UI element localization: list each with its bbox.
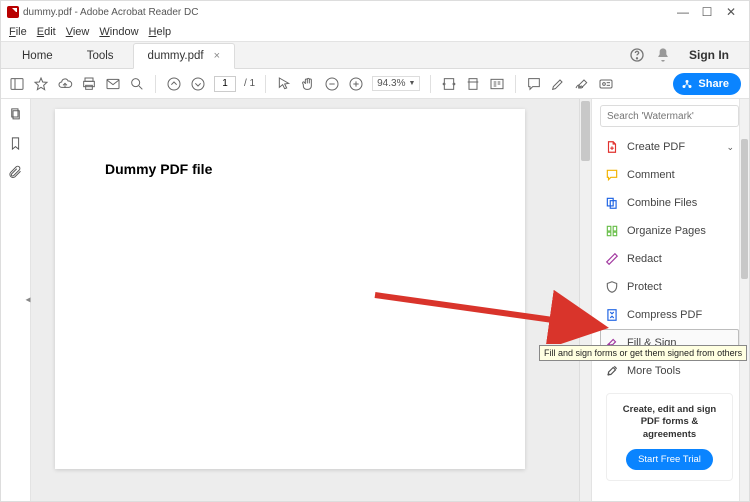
tab-close-icon[interactable]: × <box>214 50 220 62</box>
tab-document-label: dummy.pdf <box>148 50 204 62</box>
tool-label: More Tools <box>627 365 681 377</box>
collapse-left-handle[interactable]: ◂ <box>23 295 33 306</box>
protect-icon <box>605 280 619 294</box>
compress-pdf-icon <box>605 308 619 322</box>
menu-edit[interactable]: Edit <box>37 26 56 38</box>
tool-label: Redact <box>627 253 662 265</box>
page-total-label: / 1 <box>244 78 255 89</box>
maximize-button[interactable]: ☐ <box>695 2 719 22</box>
attachment-icon[interactable] <box>8 165 23 180</box>
promo-text: Create, edit and sign PDF forms & agreem… <box>613 404 726 441</box>
tool-compress-pdf[interactable]: Compress PDF <box>600 301 739 329</box>
window-title: dummy.pdf - Adobe Acrobat Reader DC <box>23 7 198 18</box>
page-up-icon[interactable] <box>166 76 182 92</box>
bell-icon[interactable] <box>655 47 671 63</box>
comment-icon[interactable] <box>526 76 542 92</box>
sign-in-button[interactable]: Sign In <box>681 44 737 66</box>
thumbnails-icon[interactable] <box>8 107 23 122</box>
zoom-out-icon[interactable] <box>324 76 340 92</box>
print-icon[interactable] <box>81 76 97 92</box>
bookmark-icon[interactable] <box>8 136 23 151</box>
fit-width-icon[interactable] <box>441 76 457 92</box>
create-pdf-icon <box>605 140 619 154</box>
document-page: Dummy PDF file <box>55 109 525 469</box>
tool-label: Protect <box>627 281 662 293</box>
tools-search-input[interactable] <box>600 105 739 127</box>
document-scrollbar[interactable] <box>579 99 591 501</box>
menu-window[interactable]: Window <box>99 26 138 38</box>
tool-label: Combine Files <box>627 197 697 209</box>
redact-icon <box>605 252 619 266</box>
tool-label: Compress PDF <box>627 309 702 321</box>
comment-icon <box>605 168 619 182</box>
tool-label: Comment <box>627 169 675 181</box>
right-panel-scrollbar[interactable] <box>739 99 749 501</box>
tool-redact[interactable]: Redact <box>600 245 739 273</box>
tool-protect[interactable]: Protect <box>600 273 739 301</box>
document-heading: Dummy PDF file <box>105 161 212 177</box>
zoom-in-icon[interactable] <box>348 76 364 92</box>
start-free-trial-button[interactable]: Start Free Trial <box>626 449 713 470</box>
sign-icon[interactable] <box>574 76 590 92</box>
toolbar: / 1 94.3% ▼ Share <box>1 69 749 99</box>
chevron-down-icon: ⌄ <box>726 142 734 153</box>
tab-tools[interactable]: Tools <box>72 42 129 68</box>
read-mode-icon[interactable] <box>489 76 505 92</box>
share-button[interactable]: Share <box>673 73 741 95</box>
star-icon[interactable] <box>33 76 49 92</box>
promo-box: Create, edit and sign PDF forms & agreem… <box>606 393 733 481</box>
fit-page-icon[interactable] <box>465 76 481 92</box>
stamp-icon[interactable] <box>598 76 614 92</box>
tab-document[interactable]: dummy.pdf × <box>133 43 235 69</box>
more-tools-icon <box>605 364 619 378</box>
pointer-icon[interactable] <box>276 76 292 92</box>
tabs-row: Home Tools dummy.pdf × Sign In <box>1 41 749 69</box>
zoom-level-dropdown[interactable]: 94.3% ▼ <box>372 76 420 91</box>
document-area[interactable]: ◂ Dummy PDF file ▸ <box>31 99 591 501</box>
tool-label: Organize Pages <box>627 225 706 237</box>
cloud-upload-icon[interactable] <box>57 76 73 92</box>
search-icon[interactable] <box>129 76 145 92</box>
hand-icon[interactable] <box>300 76 316 92</box>
tool-organize-pages[interactable]: Organize Pages <box>600 217 739 245</box>
menubar: File Edit View Window Help <box>1 23 749 41</box>
menu-view[interactable]: View <box>66 26 90 38</box>
page-down-icon[interactable] <box>190 76 206 92</box>
highlight-icon[interactable] <box>550 76 566 92</box>
mail-icon[interactable] <box>105 76 121 92</box>
close-button[interactable]: ✕ <box>719 2 743 22</box>
tool-create-pdf[interactable]: Create PDF ⌄ <box>600 133 739 161</box>
page-number-input[interactable] <box>214 76 236 92</box>
combine-files-icon <box>605 196 619 210</box>
right-panel: Create PDF ⌄ Comment Combine Files Organize … <box>591 99 749 501</box>
help-icon[interactable] <box>629 47 645 63</box>
organize-pages-icon <box>605 224 619 238</box>
menu-help[interactable]: Help <box>149 26 172 38</box>
share-icon <box>681 78 693 90</box>
app-icon <box>7 6 19 18</box>
tool-comment[interactable]: Comment <box>600 161 739 189</box>
tab-home[interactable]: Home <box>7 42 68 68</box>
titlebar: dummy.pdf - Adobe Acrobat Reader DC — ☐ … <box>1 1 749 23</box>
tooltip: Fill and sign forms or get them signed f… <box>539 345 747 361</box>
minimize-button[interactable]: — <box>671 2 695 22</box>
main-area: ◂ Dummy PDF file ▸ Create PDF ⌄ Comment Com… <box>1 99 749 501</box>
sidebar-toggle-icon[interactable] <box>9 76 25 92</box>
tool-label: Create PDF <box>627 141 685 153</box>
tool-more-tools[interactable]: More Tools <box>600 357 739 385</box>
menu-file[interactable]: File <box>9 26 27 38</box>
tool-combine-files[interactable]: Combine Files <box>600 189 739 217</box>
